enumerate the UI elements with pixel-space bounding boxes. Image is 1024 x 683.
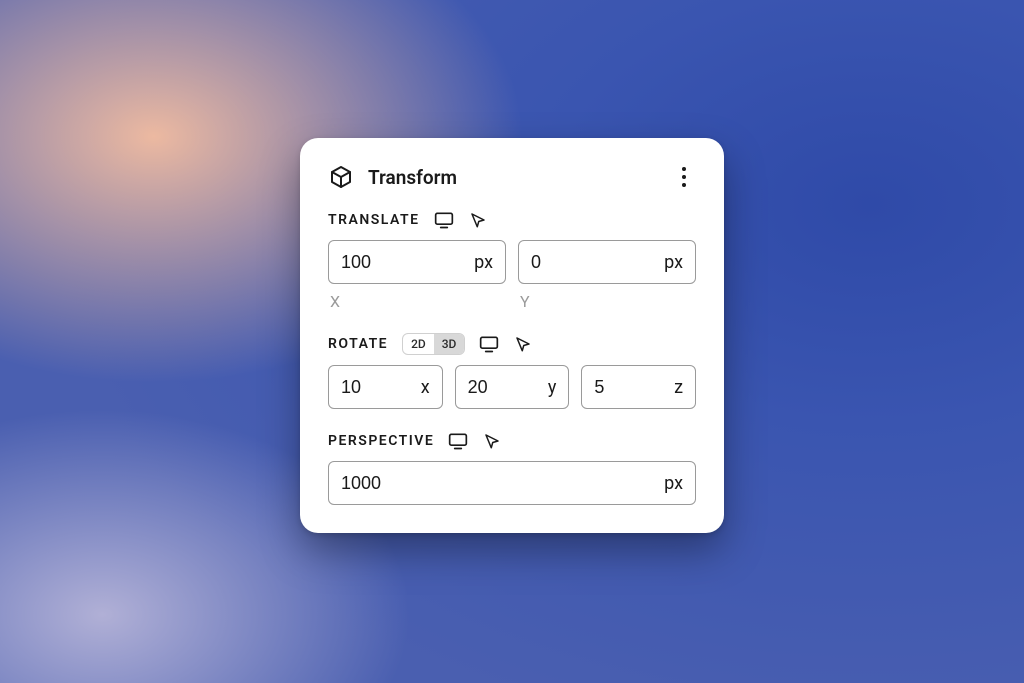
pointer-icon[interactable] xyxy=(482,431,502,451)
translate-section: TRANSLATE px xyxy=(328,210,696,311)
translate-title: TRANSLATE xyxy=(328,212,420,228)
perspective-field[interactable]: px xyxy=(328,461,696,505)
rotate-x-input[interactable] xyxy=(341,377,415,398)
rotate-fields: x y z xyxy=(328,365,696,409)
translate-fields: px px xyxy=(328,240,696,284)
rotate-y-input[interactable] xyxy=(468,377,542,398)
panel-title: Transform xyxy=(368,166,457,189)
breakpoint-icon[interactable] xyxy=(448,431,468,451)
translate-sublabels: X Y xyxy=(328,292,696,311)
cube-icon xyxy=(328,164,354,190)
perspective-input[interactable] xyxy=(341,473,658,494)
rotate-section: ROTATE 2D 3D xyxy=(328,333,696,409)
perspective-fields: px xyxy=(328,461,696,505)
app-background: Transform TRANSLATE xyxy=(0,0,1024,683)
more-menu-button[interactable] xyxy=(672,165,696,189)
breakpoint-icon[interactable] xyxy=(479,334,499,354)
translate-header: TRANSLATE xyxy=(328,210,696,230)
pointer-icon[interactable] xyxy=(513,334,533,354)
perspective-header: PERSPECTIVE xyxy=(328,431,696,451)
translate-x-input[interactable] xyxy=(341,252,468,273)
panel-header: Transform xyxy=(328,164,696,190)
translate-x-unit: px xyxy=(474,252,493,273)
rotate-z-unit: z xyxy=(674,377,683,398)
rotate-z-input[interactable] xyxy=(594,377,668,398)
rotate-header: ROTATE 2D 3D xyxy=(328,333,696,355)
perspective-section: PERSPECTIVE px xyxy=(328,431,696,505)
translate-x-field[interactable]: px xyxy=(328,240,506,284)
translate-y-field[interactable]: px xyxy=(518,240,696,284)
perspective-unit: px xyxy=(664,473,683,494)
transform-panel: Transform TRANSLATE xyxy=(300,138,724,533)
rotate-mode-toggle[interactable]: 2D 3D xyxy=(402,333,465,355)
rotate-title: ROTATE xyxy=(328,336,388,352)
pointer-icon[interactable] xyxy=(468,210,488,230)
translate-y-unit: px xyxy=(664,252,683,273)
rotate-y-unit: y xyxy=(548,377,557,398)
rotate-x-unit: x xyxy=(421,377,430,398)
breakpoint-icon[interactable] xyxy=(434,210,454,230)
translate-x-label: X xyxy=(328,292,506,311)
rotate-z-field[interactable]: z xyxy=(581,365,696,409)
translate-y-label: Y xyxy=(518,292,696,311)
rotate-3d-toggle[interactable]: 3D xyxy=(434,334,465,354)
rotate-y-field[interactable]: y xyxy=(455,365,570,409)
translate-y-input[interactable] xyxy=(531,252,658,273)
rotate-2d-toggle[interactable]: 2D xyxy=(403,334,434,354)
rotate-x-field[interactable]: x xyxy=(328,365,443,409)
perspective-title: PERSPECTIVE xyxy=(328,433,434,449)
